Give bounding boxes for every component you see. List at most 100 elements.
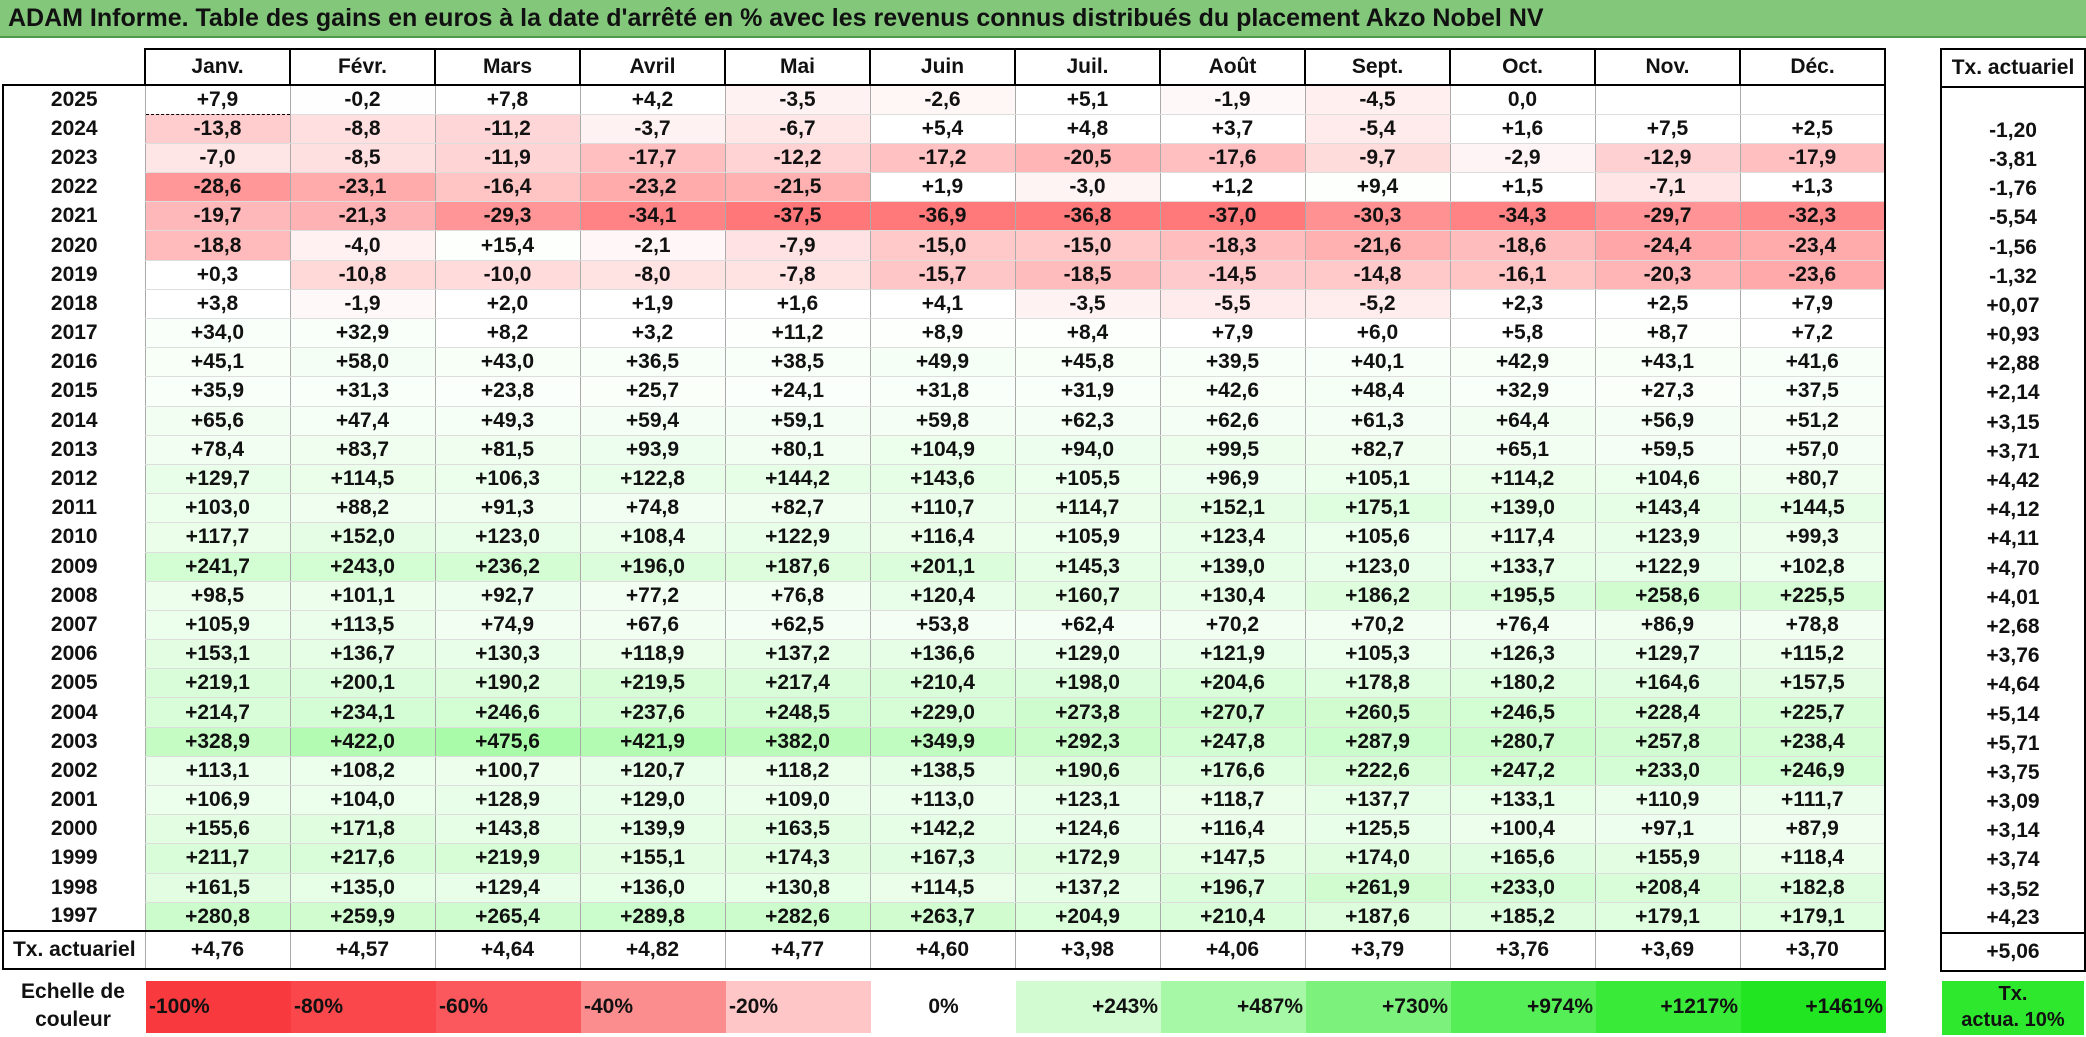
gain-cell: +219,5 xyxy=(579,668,726,699)
gain-cell: +65,6 xyxy=(144,406,291,436)
gain-cell: +2,3 xyxy=(1449,289,1596,320)
gain-cell: +190,6 xyxy=(1014,756,1161,787)
gain-cell: +82,7 xyxy=(724,493,871,524)
year-label: 2001 xyxy=(2,785,145,815)
gain-cell: -2,6 xyxy=(869,85,1016,115)
gain-cell: +196,7 xyxy=(1159,873,1306,903)
gain-cell: -9,7 xyxy=(1304,143,1451,174)
rate-cell: +3,52 xyxy=(1986,877,2040,901)
gain-cell: +36,5 xyxy=(579,347,726,378)
scale-label: Echelle de couleur xyxy=(0,978,146,1036)
footer-rate-cell: +4,57 xyxy=(289,930,436,971)
gain-cell: +219,1 xyxy=(144,668,291,699)
gain-cell: -16,1 xyxy=(1449,260,1596,290)
gain-cell: +129,0 xyxy=(1014,639,1161,670)
gain-cell: +258,6 xyxy=(1594,581,1741,611)
gain-cell: +147,5 xyxy=(1159,843,1306,874)
gain-cell: -2,1 xyxy=(579,230,726,261)
gain-cell: +24,1 xyxy=(724,376,871,407)
year-label: 2003 xyxy=(2,727,145,757)
year-label: 1997 xyxy=(2,902,145,932)
gain-cell: -30,3 xyxy=(1304,201,1451,232)
gain-cell: +34,0 xyxy=(144,318,291,349)
gain-cell: +105,3 xyxy=(1304,639,1451,670)
gain-cell: +280,8 xyxy=(144,902,291,932)
gain-cell: +74,9 xyxy=(434,610,581,641)
rate-cell: +0,93 xyxy=(1986,323,2040,347)
footer-rate-cell: +3,98 xyxy=(1014,930,1161,971)
gain-cell: +104,0 xyxy=(289,785,436,816)
gains-table: Janv. Févr. Mars Avril Mai Juin Juil. Août Sept.… xyxy=(2,48,1886,971)
gain-cell: +143,4 xyxy=(1594,493,1741,524)
gain-cell: +51,2 xyxy=(1739,406,1886,436)
gain-cell: +57,0 xyxy=(1739,435,1886,465)
scale-label-line1: Echelle de xyxy=(21,980,125,1003)
footer-rate-row: Tx. actuariel +4,76 +4,57 +4,64 +4,82 +4,77 +… xyxy=(2,930,1886,971)
gain-cell: +260,5 xyxy=(1304,697,1451,728)
month-header: Avril xyxy=(579,48,726,86)
gain-cell: +113,0 xyxy=(869,785,1016,816)
gain-cell: +174,0 xyxy=(1304,843,1451,874)
table-row: 2002 +113,1 +108,2 +100,7 +120,7 +118,2 +138,5… xyxy=(2,756,1886,787)
gain-cell: +115,2 xyxy=(1739,639,1886,670)
rate-row: +3,09 xyxy=(1941,788,2085,817)
gain-cell: +135,0 xyxy=(289,873,436,903)
gain-cell: +105,6 xyxy=(1304,522,1451,553)
year-label: 2018 xyxy=(2,289,145,319)
gain-cell: +35,9 xyxy=(144,376,291,407)
gain-cell: +139,0 xyxy=(1449,493,1596,524)
gain-cell: +136,6 xyxy=(869,639,1016,670)
gain-cell: -21,5 xyxy=(724,172,871,203)
gain-cell: 0,0 xyxy=(1449,85,1596,115)
rate-row: -1,76 xyxy=(1941,175,2085,204)
rate-row: +2,14 xyxy=(1941,379,2085,408)
gain-cell: +108,4 xyxy=(579,522,726,553)
gain-cell: +421,9 xyxy=(579,727,726,757)
gain-cell: +123,0 xyxy=(434,522,581,553)
gain-cell: +130,3 xyxy=(434,639,581,670)
gain-cell: +118,2 xyxy=(724,756,871,787)
gain-cell: -7,1 xyxy=(1594,172,1741,203)
gain-cell: +167,3 xyxy=(869,843,1016,874)
gain-cell: -37,0 xyxy=(1159,201,1306,232)
gain-cell: +56,9 xyxy=(1594,406,1741,436)
gain-cell: +7,5 xyxy=(1594,114,1741,144)
gain-cell: +105,9 xyxy=(1014,522,1161,553)
gain-cell: +241,7 xyxy=(144,552,291,582)
gain-cell: -18,8 xyxy=(144,230,291,261)
gain-cell: -2,9 xyxy=(1449,143,1596,174)
gain-cell: +178,8 xyxy=(1304,668,1451,699)
gain-cell: +152,1 xyxy=(1159,493,1306,524)
gain-cell: +99,5 xyxy=(1159,435,1306,465)
gain-cell: +27,3 xyxy=(1594,376,1741,407)
footer-rate-cell: +3,79 xyxy=(1304,930,1451,971)
rate-row: +4,70 xyxy=(1941,554,2085,583)
gain-cell: -4,5 xyxy=(1304,85,1451,115)
gain-cell: +110,7 xyxy=(869,493,1016,524)
gain-cell: +261,9 xyxy=(1304,873,1451,903)
gain-cell: +41,6 xyxy=(1739,347,1886,378)
gain-cell: -23,4 xyxy=(1739,230,1886,261)
rate-row: -1,32 xyxy=(1941,262,2085,291)
gain-cell: -0,2 xyxy=(289,85,436,115)
gain-cell: +247,2 xyxy=(1449,756,1596,787)
gain-cell: +190,2 xyxy=(434,668,581,699)
gain-cell: -1,9 xyxy=(1159,85,1306,115)
rate-row xyxy=(1941,87,2085,116)
gain-cell: -7,0 xyxy=(144,143,291,174)
gain-cell: +259,9 xyxy=(289,902,436,932)
footer-rate-cell: +3,76 xyxy=(1449,930,1596,971)
table-row: 2011 +103,0 +88,2 +91,3 +74,8 +82,7 +110,7 +114… xyxy=(2,493,1886,524)
gain-cell: +172,9 xyxy=(1014,843,1161,874)
gain-cell: +182,8 xyxy=(1739,873,1886,903)
month-header: Mai xyxy=(724,48,871,86)
rate-cell: +4,70 xyxy=(1986,556,2040,580)
gain-cell: +62,3 xyxy=(1014,406,1161,436)
gain-cell: -18,5 xyxy=(1014,260,1161,290)
month-header: Sept. xyxy=(1304,48,1451,86)
year-label: 2004 xyxy=(2,697,145,728)
gain-cell: +2,5 xyxy=(1594,289,1741,320)
gain-cell: +143,8 xyxy=(434,814,581,845)
gain-cell: +292,3 xyxy=(1014,727,1161,757)
table-row: 2004 +214,7 +234,1 +246,6 +237,6 +248,5 +229,0… xyxy=(2,697,1886,728)
